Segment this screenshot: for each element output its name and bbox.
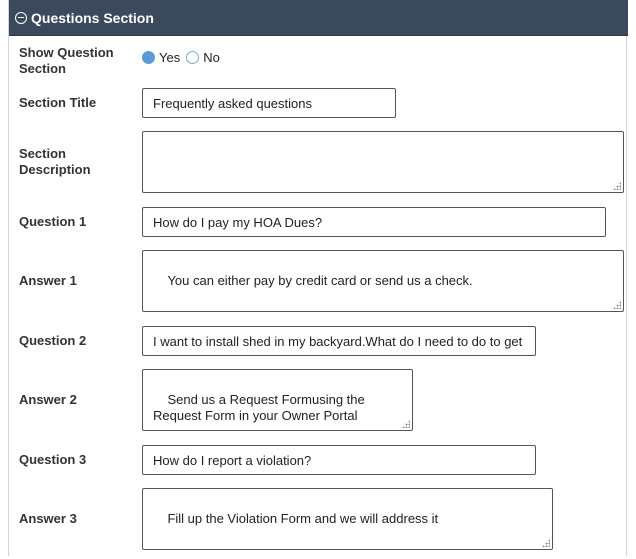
answer-2-textarea[interactable]: Send us a Request Formusing the Request … xyxy=(142,369,413,431)
radio-yes[interactable] xyxy=(142,51,155,64)
section-header-title: Questions Section xyxy=(31,9,154,26)
show-section-radio-group: Yes No xyxy=(142,50,226,65)
section-title-label: Section Title xyxy=(19,95,97,110)
resize-grip-icon[interactable] xyxy=(402,420,410,428)
resize-grip-icon[interactable] xyxy=(613,301,621,309)
answer-3-label: Answer 3 xyxy=(19,511,77,526)
answer-1-textarea[interactable]: You can either pay by credit card or sen… xyxy=(142,250,624,312)
question-2-input[interactable]: I want to install shed in my backyard.Wh… xyxy=(142,326,536,356)
resize-grip-icon[interactable] xyxy=(542,539,550,547)
answer-1-value: You can either pay by credit card or sen… xyxy=(167,273,473,288)
collapse-circle-minus-icon[interactable] xyxy=(15,11,27,24)
questions-panel: Questions Section Show Question Section … xyxy=(8,0,628,556)
radio-yes-label[interactable]: Yes xyxy=(159,50,180,65)
answer-1-label: Answer 1 xyxy=(19,273,77,288)
section-title-input[interactable]: Frequently asked questions xyxy=(142,88,396,118)
section-description-label: Section Description xyxy=(19,146,91,177)
radio-no-label[interactable]: No xyxy=(203,50,220,65)
answer-2-value: Send us a Request Formusing the Request … xyxy=(153,392,365,423)
question-1-label: Question 1 xyxy=(19,214,87,229)
answer-2-label: Answer 2 xyxy=(19,392,77,407)
section-description-textarea[interactable] xyxy=(142,131,624,193)
show-section-label: Show Question Section xyxy=(19,45,114,76)
question-3-input[interactable]: How do I report a violation? xyxy=(142,445,536,475)
question-3-label: Question 3 xyxy=(19,452,87,467)
question-2-label: Question 2 xyxy=(19,333,87,348)
radio-no[interactable] xyxy=(186,51,200,64)
question-1-input[interactable]: How do I pay my HOA Dues? xyxy=(142,207,606,237)
answer-3-value: Fill up the Violation Form and we will a… xyxy=(167,511,439,526)
section-header[interactable]: Questions Section xyxy=(9,0,628,36)
answer-3-textarea[interactable]: Fill up the Violation Form and we will a… xyxy=(142,488,553,550)
resize-grip-icon[interactable] xyxy=(613,182,621,190)
